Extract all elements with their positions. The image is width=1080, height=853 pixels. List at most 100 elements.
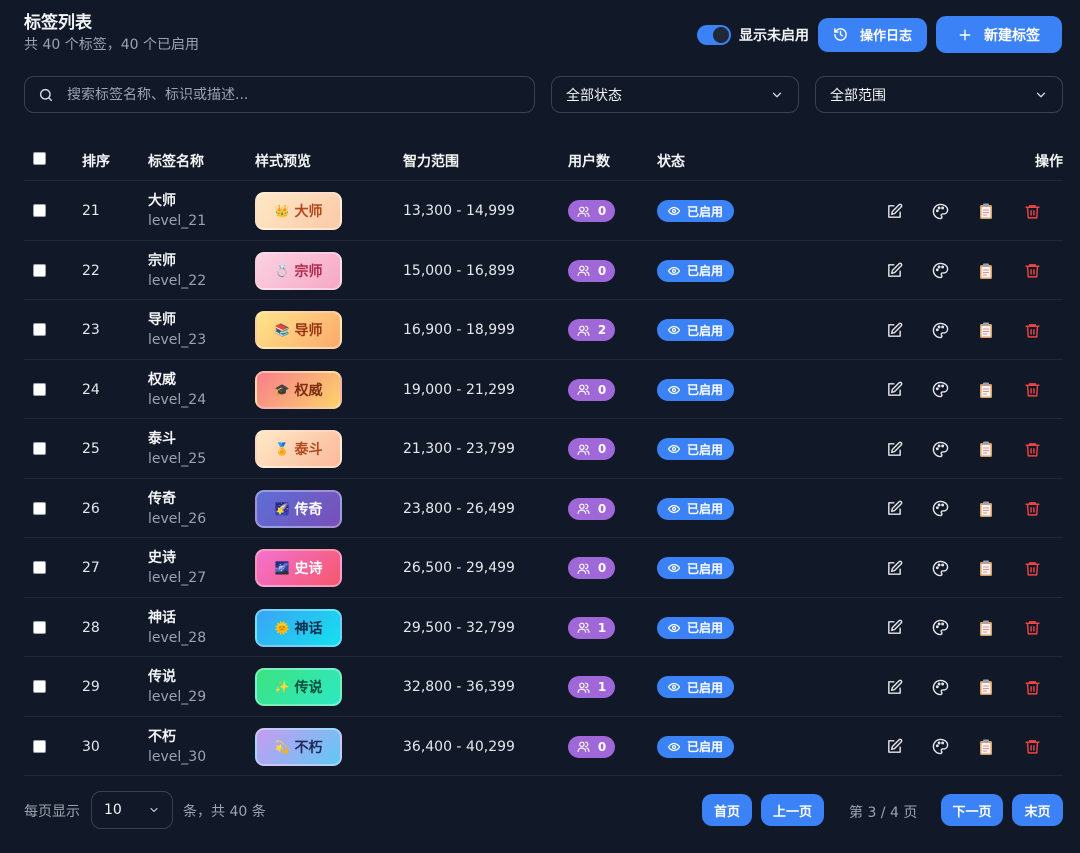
style-button[interactable] [931, 678, 949, 696]
edit-icon [887, 560, 902, 575]
copy-button[interactable] [977, 440, 995, 458]
style-button[interactable] [931, 262, 949, 280]
edit-button[interactable] [885, 262, 903, 280]
edit-button[interactable] [885, 321, 903, 339]
row-checkbox[interactable] [33, 204, 46, 217]
copy-button[interactable] [977, 202, 995, 220]
clipboard-icon [980, 501, 992, 517]
first-page-button[interactable]: 首页 [702, 794, 752, 826]
delete-button[interactable] [1023, 678, 1041, 696]
edit-button[interactable] [885, 440, 903, 458]
edit-button[interactable] [885, 202, 903, 220]
palette-icon [932, 738, 948, 755]
delete-button[interactable] [1023, 738, 1041, 756]
per-page-label: 每页显示 [24, 804, 80, 820]
tag-name: 大师 [148, 193, 176, 209]
clipboard-icon [980, 263, 992, 279]
copy-button[interactable] [977, 559, 995, 577]
style-button[interactable] [931, 440, 949, 458]
table-header: 排序 标签名称 样式预览 智力范围 用户数 状态 操作 [24, 140, 1063, 181]
search-input[interactable] [67, 86, 487, 103]
delete-button[interactable] [1023, 321, 1041, 339]
new-tag-button[interactable]: 新建标签 [936, 16, 1062, 53]
status-filter-select[interactable]: 全部状态 [551, 76, 799, 113]
copy-button[interactable] [977, 381, 995, 399]
eye-icon [667, 444, 680, 454]
delete-button[interactable] [1023, 262, 1041, 280]
last-page-button[interactable]: 末页 [1012, 794, 1063, 826]
delete-button[interactable] [1023, 440, 1041, 458]
tag-name: 神话 [148, 609, 176, 626]
eye-icon [667, 325, 680, 335]
user-count-badge: 0 [568, 497, 615, 520]
delete-button[interactable] [1023, 381, 1041, 399]
header-actions: 显示未启用 操作日志 新建标签 [697, 16, 1062, 53]
select-all-checkbox[interactable] [33, 152, 46, 165]
edit-icon [887, 619, 902, 634]
row-checkbox[interactable] [33, 382, 46, 396]
palette-icon [932, 322, 948, 338]
users-icon [577, 384, 590, 395]
copy-button[interactable] [977, 262, 995, 280]
page-header: 标签列表 共 40 个标签，40 个已启用 [24, 12, 199, 55]
table-row: 21 大师 level_21 👑 大师 13,300 - 14,999 0 已启用 [24, 181, 1063, 241]
row-checkbox[interactable] [33, 263, 46, 277]
row-checkbox[interactable] [33, 739, 46, 753]
edit-button[interactable] [885, 619, 903, 637]
row-name-cell: 传说 level_29 [148, 667, 206, 707]
row-checkbox[interactable] [33, 620, 46, 634]
tag-key: level_24 [148, 391, 207, 408]
chevron-down-icon [1036, 92, 1046, 97]
row-name-cell: 宗师 level_22 [148, 251, 206, 291]
style-button[interactable] [931, 559, 949, 577]
tag-name: 传奇 [148, 490, 176, 507]
style-button[interactable] [931, 202, 949, 220]
table-row: 30 不朽 level_30 💫 不朽 36,400 - 40,299 0 已启用 [24, 717, 1063, 776]
style-button[interactable] [931, 738, 949, 756]
delete-button[interactable] [1023, 500, 1041, 518]
status-label: 已启用 [686, 323, 723, 338]
tag-emoji-icon: 🌠 [274, 501, 290, 516]
edit-button[interactable] [885, 500, 903, 518]
iq-range: 32,800 - 36,399 [403, 679, 515, 695]
style-button[interactable] [931, 381, 949, 399]
edit-button[interactable] [885, 678, 903, 696]
status-badge: 已启用 [657, 557, 734, 579]
users-icon [577, 444, 590, 455]
copy-button[interactable] [977, 321, 995, 339]
clipboard-icon [980, 620, 992, 636]
show-disabled-toggle[interactable] [697, 24, 731, 45]
users-icon [577, 503, 590, 514]
edit-icon [887, 441, 902, 456]
clipboard-icon [980, 382, 992, 398]
row-checkbox[interactable] [33, 680, 46, 693]
row-checkbox[interactable] [33, 561, 46, 574]
style-button[interactable] [931, 321, 949, 339]
style-button[interactable] [931, 500, 949, 518]
copy-button[interactable] [977, 738, 995, 756]
copy-button[interactable] [977, 619, 995, 637]
delete-button[interactable] [1023, 202, 1041, 220]
operation-log-button[interactable]: 操作日志 [818, 17, 927, 52]
edit-button[interactable] [885, 559, 903, 577]
page-info: 第 3 / 4 页 [849, 805, 918, 821]
delete-button[interactable] [1023, 559, 1041, 577]
scope-filter-value: 全部范围 [830, 87, 886, 104]
row-checkbox[interactable] [33, 501, 46, 515]
tag-name: 史诗 [148, 550, 176, 566]
row-checkbox[interactable] [33, 323, 46, 336]
scope-filter-select[interactable]: 全部范围 [815, 76, 1063, 113]
row-sort: 28 [82, 619, 100, 636]
edit-button[interactable] [885, 381, 903, 399]
next-page-button[interactable]: 下一页 [941, 794, 1003, 826]
style-button[interactable] [931, 619, 949, 637]
delete-button[interactable] [1023, 619, 1041, 637]
prev-page-button[interactable]: 上一页 [761, 794, 824, 826]
edit-button[interactable] [885, 738, 903, 756]
copy-button[interactable] [977, 500, 995, 518]
copy-button[interactable] [977, 678, 995, 696]
per-page-select[interactable]: 10 [91, 791, 173, 829]
row-sort: 23 [82, 322, 100, 338]
page-title: 标签列表 [24, 13, 92, 33]
row-checkbox[interactable] [33, 442, 46, 455]
